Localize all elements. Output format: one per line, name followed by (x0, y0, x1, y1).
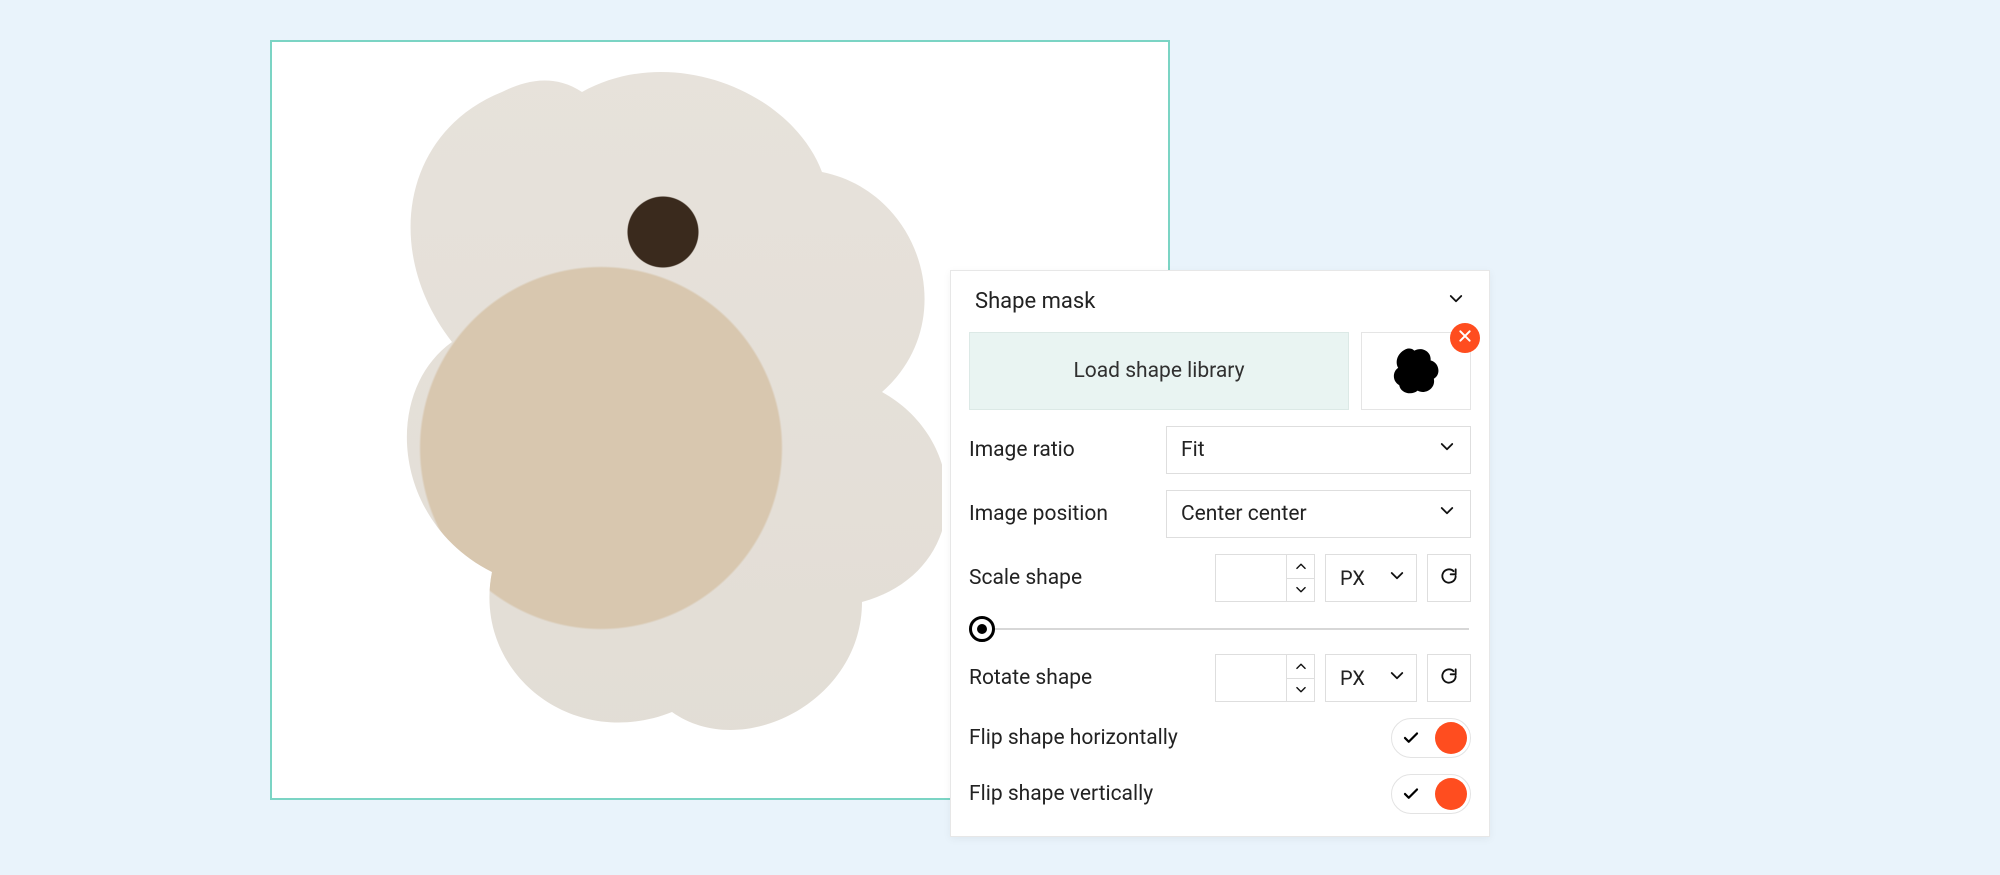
rotate-cw-icon (1439, 666, 1459, 690)
rotate-step-up[interactable] (1287, 655, 1314, 679)
image-position-label: Image position (969, 502, 1154, 526)
check-icon (1402, 729, 1420, 747)
toggle-knob (1435, 722, 1467, 754)
panel-header[interactable]: Shape mask (951, 271, 1489, 332)
scale-step-up[interactable] (1287, 555, 1314, 579)
scale-unit-select[interactable]: PX (1325, 554, 1417, 602)
clear-shape-button[interactable] (1450, 323, 1480, 353)
panel-body: Load shape library Image ratio Fit (951, 332, 1489, 836)
panel-title: Shape mask (975, 289, 1095, 314)
slider-thumb[interactable] (969, 616, 995, 642)
rotate-steppers (1286, 655, 1314, 701)
load-shape-library-label: Load shape library (1073, 359, 1244, 383)
image-ratio-label: Image ratio (969, 438, 1154, 462)
image-ratio-select[interactable]: Fit (1166, 426, 1471, 474)
rotate-shape-input[interactable] (1215, 654, 1315, 702)
chevron-down-icon (1388, 566, 1406, 590)
blob-shape-icon (1389, 342, 1443, 400)
scale-step-down[interactable] (1287, 579, 1314, 602)
rotate-shape-value[interactable] (1216, 655, 1286, 701)
scale-steppers (1286, 555, 1314, 601)
slider-track[interactable] (971, 628, 1469, 630)
scale-shape-input[interactable] (1215, 554, 1315, 602)
masked-image[interactable] (322, 52, 942, 772)
flip-vertical-toggle[interactable] (1391, 774, 1471, 814)
check-icon (1402, 785, 1420, 803)
flip-horizontal-toggle[interactable] (1391, 718, 1471, 758)
image-position-value: Center center (1181, 502, 1307, 526)
rotate-cw-icon (1439, 566, 1459, 590)
image-ratio-value: Fit (1181, 438, 1205, 462)
scale-shape-label: Scale shape (969, 566, 1203, 590)
rotate-unit-value: PX (1340, 666, 1365, 690)
chevron-down-icon (1388, 666, 1406, 690)
chevron-down-icon (1447, 289, 1465, 314)
image-position-select[interactable]: Center center (1166, 490, 1471, 538)
flip-horizontal-label: Flip shape horizontally (969, 726, 1379, 750)
close-icon (1457, 328, 1473, 348)
scale-shape-value[interactable] (1216, 555, 1286, 601)
flip-vertical-label: Flip shape vertically (969, 782, 1379, 806)
toggle-knob (1435, 778, 1467, 810)
rotate-step-down[interactable] (1287, 679, 1314, 702)
chevron-down-icon (1438, 438, 1456, 462)
chevron-down-icon (1438, 502, 1456, 526)
rotate-shape-label: Rotate shape (969, 666, 1203, 690)
rotate-reset-button[interactable] (1427, 654, 1471, 702)
current-shape-thumbnail[interactable] (1361, 332, 1471, 410)
rotate-unit-select[interactable]: PX (1325, 654, 1417, 702)
shape-mask-panel: Shape mask Load shape library Image (950, 270, 1490, 837)
scale-unit-value: PX (1340, 566, 1365, 590)
load-shape-library-button[interactable]: Load shape library (969, 332, 1349, 410)
scale-reset-button[interactable] (1427, 554, 1471, 602)
scale-slider[interactable] (969, 618, 1471, 654)
